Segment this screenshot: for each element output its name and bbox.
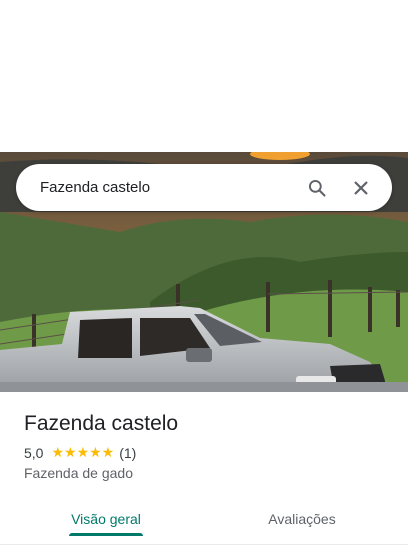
place-category[interactable]: Fazenda de gado bbox=[24, 465, 133, 481]
search-bar[interactable]: Fazenda castelo bbox=[16, 164, 392, 211]
search-icon[interactable] bbox=[302, 173, 332, 203]
star-rating-icon: ★★★★★ bbox=[51, 444, 115, 460]
rating-row[interactable]: 5,0 ★★★★★ (1) bbox=[24, 444, 136, 461]
review-count[interactable]: (1) bbox=[119, 445, 136, 461]
tab-reviews[interactable]: Avaliações bbox=[252, 496, 352, 542]
close-icon[interactable] bbox=[346, 173, 376, 203]
place-info-panel: Fazenda castelo 5,0 ★★★★★ (1) Fazenda de… bbox=[0, 392, 408, 545]
active-tab-indicator bbox=[69, 533, 143, 536]
tab-bar: Visão geral Avaliações bbox=[0, 496, 408, 545]
rating-value: 5,0 bbox=[24, 444, 44, 461]
place-title: Fazenda castelo bbox=[24, 412, 179, 435]
search-input[interactable]: Fazenda castelo bbox=[40, 179, 288, 196]
